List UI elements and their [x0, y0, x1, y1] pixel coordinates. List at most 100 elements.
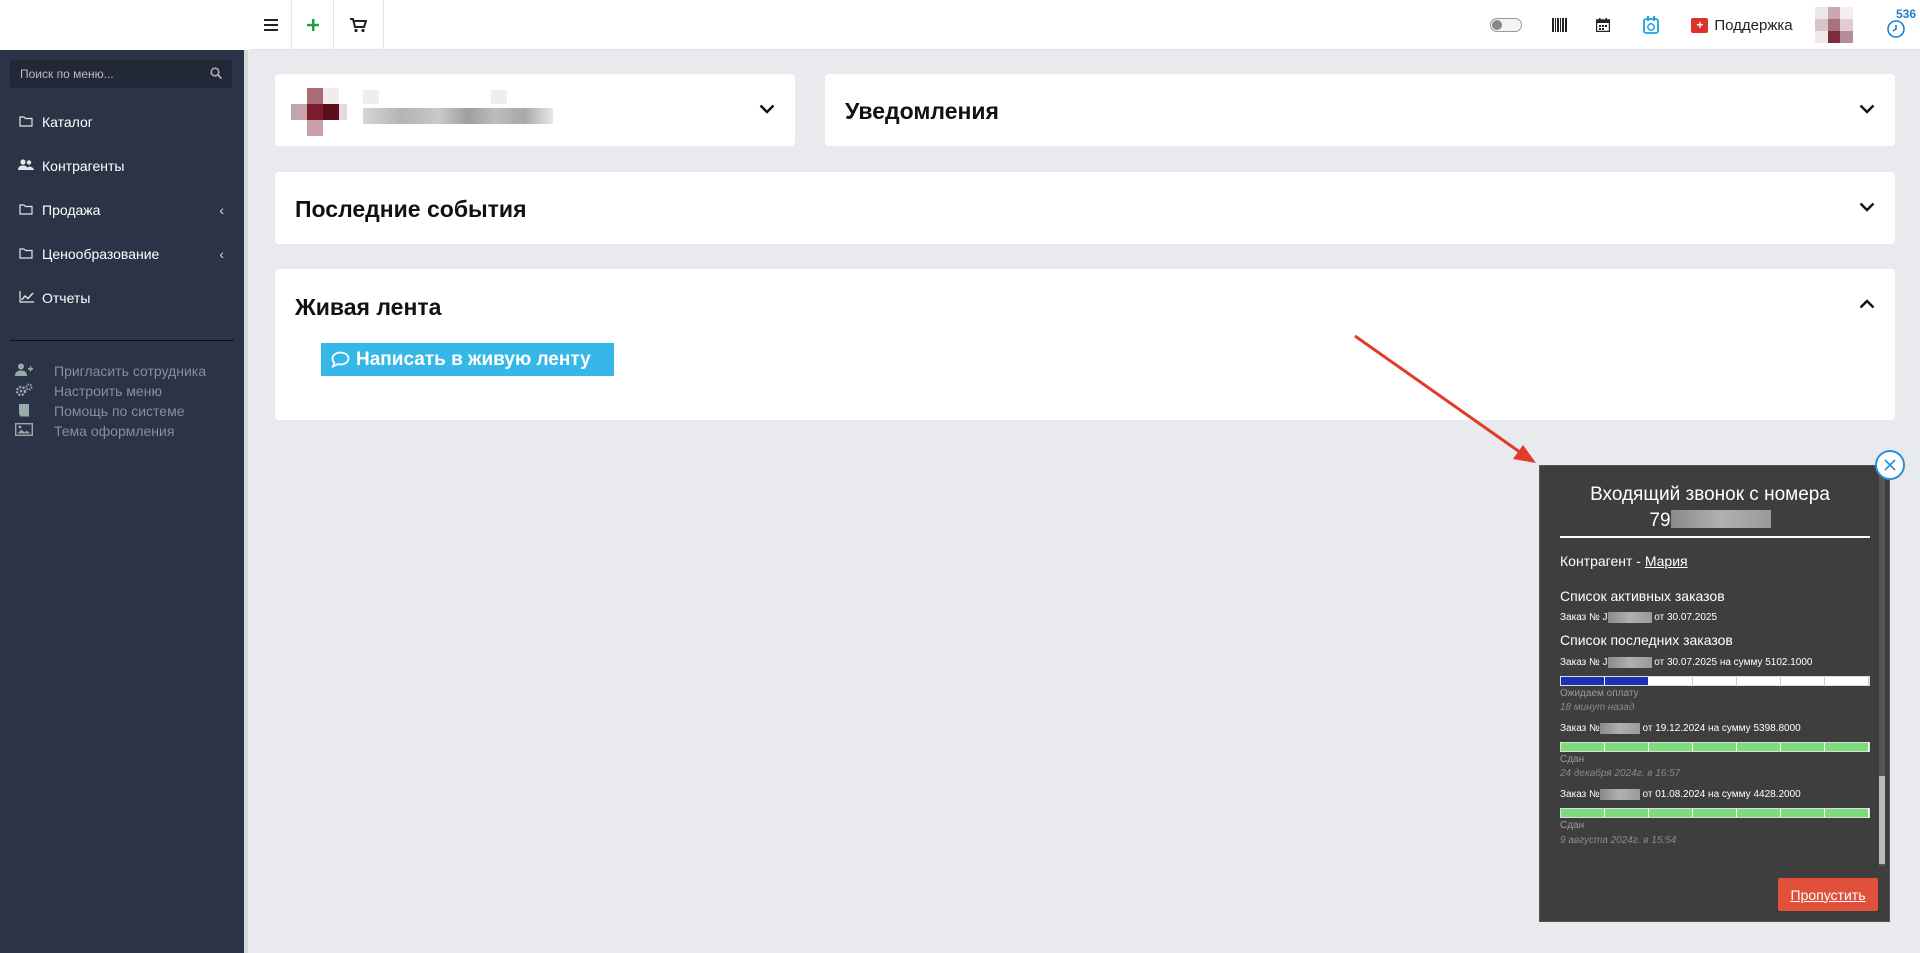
folder-icon	[18, 115, 34, 130]
chart-line-icon	[18, 290, 34, 306]
order-progress-bar	[1560, 742, 1870, 752]
order-status: Сдан	[1560, 754, 1585, 765]
sidebar-item-contractors[interactable]: Контрагенты	[0, 151, 244, 181]
skip-call-button[interactable]: Пропустить	[1778, 878, 1878, 911]
sidebar-item-reports[interactable]: Отчеты	[0, 283, 244, 313]
users-icon	[18, 158, 34, 174]
sidebar-item-label: Контрагенты	[42, 158, 125, 174]
client-name-link[interactable]: Мария	[1645, 553, 1688, 569]
image-icon	[14, 422, 34, 439]
recent-order-line[interactable]: Заказ № J от 30.07.2025 на сумму 5102.10…	[1560, 657, 1813, 668]
progress-segment	[1693, 677, 1737, 685]
menu-toggle-button[interactable]	[250, 0, 292, 50]
sidebar-item-label: Продажа	[42, 202, 101, 218]
cart-button[interactable]	[334, 0, 384, 50]
sidebar-item-label: Каталог	[42, 114, 93, 130]
recent-order-line[interactable]: Заказ № от 01.08.2024 на сумму 4428.2000	[1560, 789, 1801, 800]
theme-toggle[interactable]	[1490, 0, 1522, 50]
sidebar-item-label: Ценообразование	[42, 246, 160, 262]
progress-segment	[1561, 809, 1605, 817]
popup-divider	[1560, 536, 1870, 538]
schedule-button[interactable]	[1634, 0, 1668, 50]
order-prefix: Заказ № J	[1560, 657, 1608, 669]
progress-segment	[1605, 677, 1649, 685]
caller-number-redacted	[1670, 510, 1771, 528]
caller-number-prefix: 79	[1649, 510, 1671, 531]
progress-segment	[1737, 743, 1781, 751]
sidebar-edge	[244, 50, 248, 953]
order-number-redacted	[1599, 723, 1640, 734]
order-number-redacted	[1607, 657, 1652, 668]
progress-segment	[1737, 809, 1781, 817]
progress-segment	[1825, 743, 1869, 751]
client-label: Контрагент -	[1560, 553, 1645, 569]
barcode-icon	[1551, 18, 1567, 32]
progress-segment	[1649, 677, 1693, 685]
chevron-left-icon: ‹	[219, 246, 224, 262]
menu-search-input[interactable]	[20, 67, 200, 81]
menu-search[interactable]	[10, 60, 232, 88]
history-badge: 536	[1896, 7, 1917, 21]
progress-segment	[1649, 809, 1693, 817]
menu-icon	[263, 19, 278, 31]
chevron-up-icon[interactable]	[1859, 293, 1875, 314]
top-bar: + Поддержка 536	[0, 0, 1920, 50]
order-prefix: Заказ № J	[1560, 612, 1608, 624]
company-logo	[283, 88, 347, 136]
progress-segment	[1781, 677, 1825, 685]
gears-icon	[14, 383, 34, 400]
close-popup-button[interactable]	[1875, 450, 1905, 480]
active-order-line[interactable]: Заказ № J от 30.07.2025	[1560, 612, 1717, 623]
system-help-link[interactable]: Помощь по системе	[14, 401, 185, 421]
sidebar-item-pricing[interactable]: Ценообразование ‹	[0, 239, 244, 269]
support-button[interactable]: + Поддержка	[1691, 0, 1793, 50]
active-orders-heading: Список активных заказов	[1560, 588, 1725, 604]
progress-segment	[1605, 743, 1649, 751]
progress-segment	[1605, 809, 1649, 817]
sidebar-item-catalog[interactable]: Каталог	[0, 107, 244, 137]
progress-segment	[1693, 809, 1737, 817]
progress-segment	[1561, 677, 1605, 685]
recent-orders-heading: Список последних заказов	[1560, 632, 1733, 648]
write-to-feed-button[interactable]: Написать в живую ленту	[321, 343, 614, 376]
progress-segment	[1649, 743, 1693, 751]
theme-link[interactable]: Тема оформления	[14, 421, 174, 441]
progress-segment	[1737, 677, 1781, 685]
chevron-down-icon[interactable]	[1859, 196, 1875, 217]
close-icon	[1884, 459, 1896, 471]
barcode-button[interactable]	[1544, 0, 1574, 50]
order-status: Ожидаем оплату	[1560, 688, 1639, 699]
cart-icon	[350, 17, 367, 32]
configure-menu-link[interactable]: Настроить меню	[14, 381, 162, 401]
progress-segment	[1561, 743, 1605, 751]
notifications-panel[interactable]: Уведомления	[825, 74, 1895, 146]
calendar-clock-icon	[1643, 16, 1659, 34]
user-avatar[interactable]	[1815, 0, 1853, 50]
util-item-label: Пригласить сотрудника	[54, 363, 206, 379]
history-icon	[1887, 20, 1905, 38]
write-button-label: Написать в живую ленту	[356, 348, 591, 370]
incoming-call-popup: Входящий звонок с номера 79 Контрагент -…	[1539, 465, 1890, 922]
user-plus-icon	[14, 363, 34, 379]
progress-segment	[1825, 809, 1869, 817]
invite-employee-link[interactable]: Пригласить сотрудника	[14, 361, 206, 381]
scrollbar-thumb[interactable]	[1879, 776, 1885, 864]
add-button[interactable]	[292, 0, 334, 50]
toggle-switch[interactable]	[1490, 18, 1522, 32]
order-progress-bar	[1560, 676, 1870, 686]
util-item-label: Настроить меню	[54, 383, 162, 399]
caller-number: 79	[1540, 510, 1880, 532]
order-number-redacted	[1607, 612, 1652, 623]
redacted-block	[363, 90, 379, 104]
recent-events-panel[interactable]: Последние события	[275, 172, 1895, 244]
calendar-button[interactable]	[1588, 0, 1618, 50]
popup-scrollbar[interactable]	[1879, 466, 1885, 866]
recent-order-line[interactable]: Заказ № от 19.12.2024 на сумму 5398.8000	[1560, 723, 1801, 734]
order-prefix: Заказ №	[1560, 723, 1600, 735]
sidebar-divider	[10, 340, 234, 341]
chevron-down-icon[interactable]	[759, 98, 775, 119]
sidebar-item-sales[interactable]: Продажа ‹	[0, 195, 244, 225]
search-icon[interactable]	[210, 66, 223, 82]
chevron-down-icon[interactable]	[1859, 98, 1875, 119]
company-panel[interactable]	[275, 74, 795, 146]
